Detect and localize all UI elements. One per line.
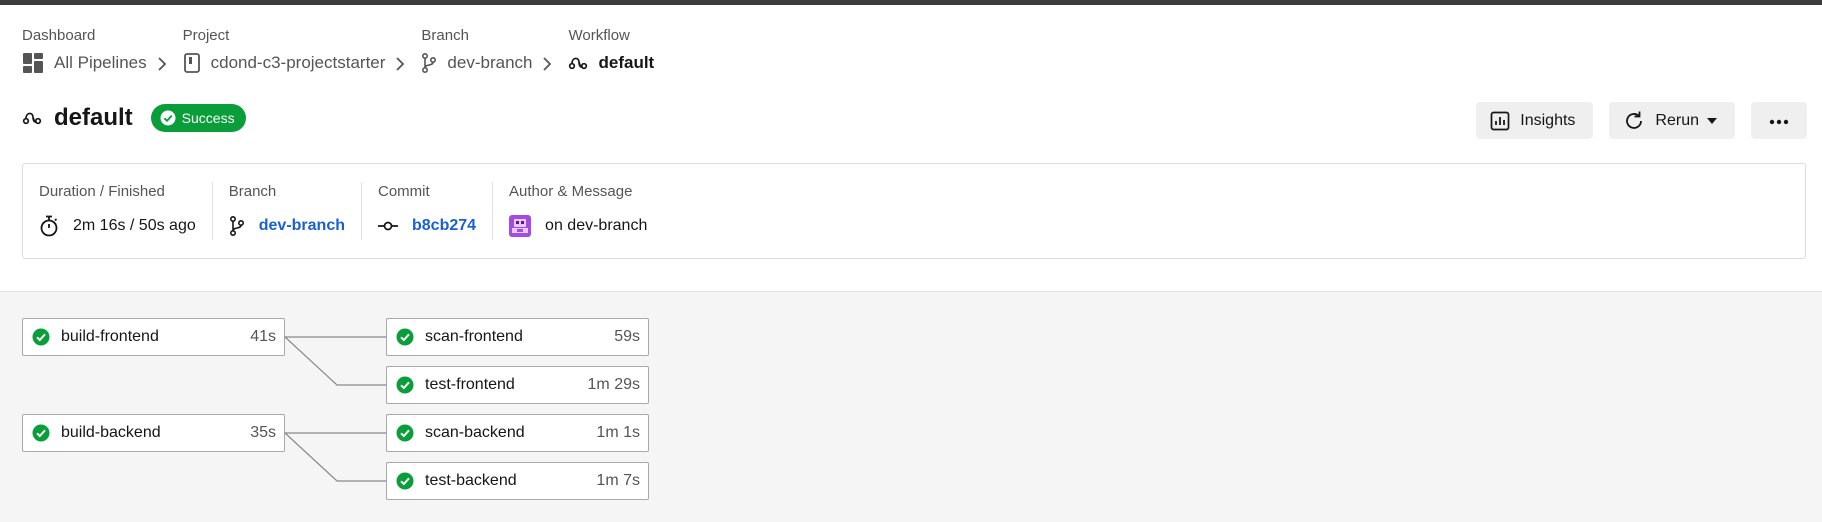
branch-icon [229,216,245,236]
breadcrumb-branch: Branch dev-branch [421,24,532,78]
breadcrumb-current-workflow: default [568,48,654,78]
job-duration: 1m 7s [596,472,640,489]
job-test-backend[interactable]: test-backend 1m 7s [386,462,649,500]
workflow-details-card: Duration / Finished 2m 16s / 50s ago Bra… [22,163,1806,259]
breadcrumb-label: dev-branch [447,53,533,72]
breadcrumb-link-branch[interactable]: dev-branch [421,48,532,78]
chevron-right-icon [395,24,405,78]
job-duration: 1m 1s [596,424,640,441]
commit-link[interactable]: b8cb274 [412,217,476,235]
avatar [509,215,532,237]
job-build-frontend[interactable]: build-frontend 41s [22,318,285,356]
project-icon [183,53,201,73]
check-circle-icon [396,376,414,394]
top-bar [0,0,1822,5]
more-options-button[interactable] [1751,102,1807,139]
breadcrumb-category: Branch [421,27,469,44]
breadcrumb-workflow: Workflow default [568,24,654,78]
breadcrumb-category: Dashboard [22,27,96,44]
branch-icon [421,53,437,73]
breadcrumb-category: Project [182,27,230,44]
breadcrumb: Dashboard All Pipelines Project cdond-c3… [22,24,654,78]
breadcrumb-link-all-pipelines[interactable]: All Pipelines [22,48,147,78]
job-test-frontend[interactable]: test-frontend 1m 29s [386,366,649,404]
page-title: default [54,104,133,131]
job-name: build-backend [61,424,161,441]
header-actions: Insights Rerun [1476,102,1807,139]
more-icon [1769,112,1789,130]
commit-label: Commit [378,183,430,200]
breadcrumb-dashboard: Dashboard All Pipelines [22,24,147,78]
workflow-graph: build-frontend 41s scan-frontend 59s tes… [0,291,1822,522]
breadcrumb-category: Workflow [568,27,630,44]
job-duration: 35s [250,424,276,441]
breadcrumb-project: Project cdond-c3-projectstarter [182,24,386,78]
breadcrumb-label: All Pipelines [54,53,147,72]
dashboard-icon [22,52,44,74]
branch-link[interactable]: dev-branch [259,217,345,235]
insights-label: Insights [1520,111,1576,129]
job-duration: 41s [250,328,276,345]
author-message: on dev-branch [545,217,648,234]
branch-cell: Branch dev-branch [213,182,362,240]
check-circle-icon [396,424,414,442]
check-circle-icon [32,328,50,346]
bar-chart-icon [1490,111,1510,131]
breadcrumb-label: default [598,53,655,72]
job-scan-backend[interactable]: scan-backend 1m 1s [386,414,649,452]
job-name: test-frontend [425,376,515,393]
stopwatch-icon [39,215,59,237]
insights-button[interactable]: Insights [1476,102,1594,139]
author-label: Author & Message [509,183,633,200]
rerun-label: Rerun [1655,111,1699,129]
duration-value: 2m 16s / 50s ago [73,217,196,234]
check-circle-icon [396,328,414,346]
job-name: scan-frontend [425,328,523,345]
job-scan-frontend[interactable]: scan-frontend 59s [386,318,649,356]
job-duration: 1m 29s [587,376,640,393]
job-name: test-backend [425,472,517,489]
author-cell: Author & Message on dev-branch [493,182,663,240]
refresh-icon [1623,110,1645,132]
workflow-header: default Success [22,104,246,132]
check-circle-icon [396,472,414,490]
check-circle-icon [160,110,176,126]
duration-label: Duration / Finished [39,183,165,200]
workflow-icon [568,55,588,71]
commit-cell: Commit b8cb274 [362,182,494,240]
chevron-right-icon [157,24,167,78]
check-circle-icon [32,424,50,442]
job-name: scan-backend [425,424,525,441]
commit-icon [378,221,398,231]
job-duration: 59s [614,328,640,345]
status-badge: Success [150,104,246,132]
branch-label: Branch [228,183,277,200]
chevron-right-icon [542,24,552,78]
caret-down-icon [1707,117,1717,124]
breadcrumb-link-project[interactable]: cdond-c3-projectstarter [183,48,386,78]
job-build-backend[interactable]: build-backend 35s [22,414,285,452]
job-name: build-frontend [61,328,159,345]
rerun-button[interactable]: Rerun [1609,102,1735,139]
workflow-icon [22,110,42,126]
duration-cell: Duration / Finished 2m 16s / 50s ago [23,182,213,240]
breadcrumb-label: cdond-c3-projectstarter [210,53,386,72]
status-text: Success [181,110,235,126]
